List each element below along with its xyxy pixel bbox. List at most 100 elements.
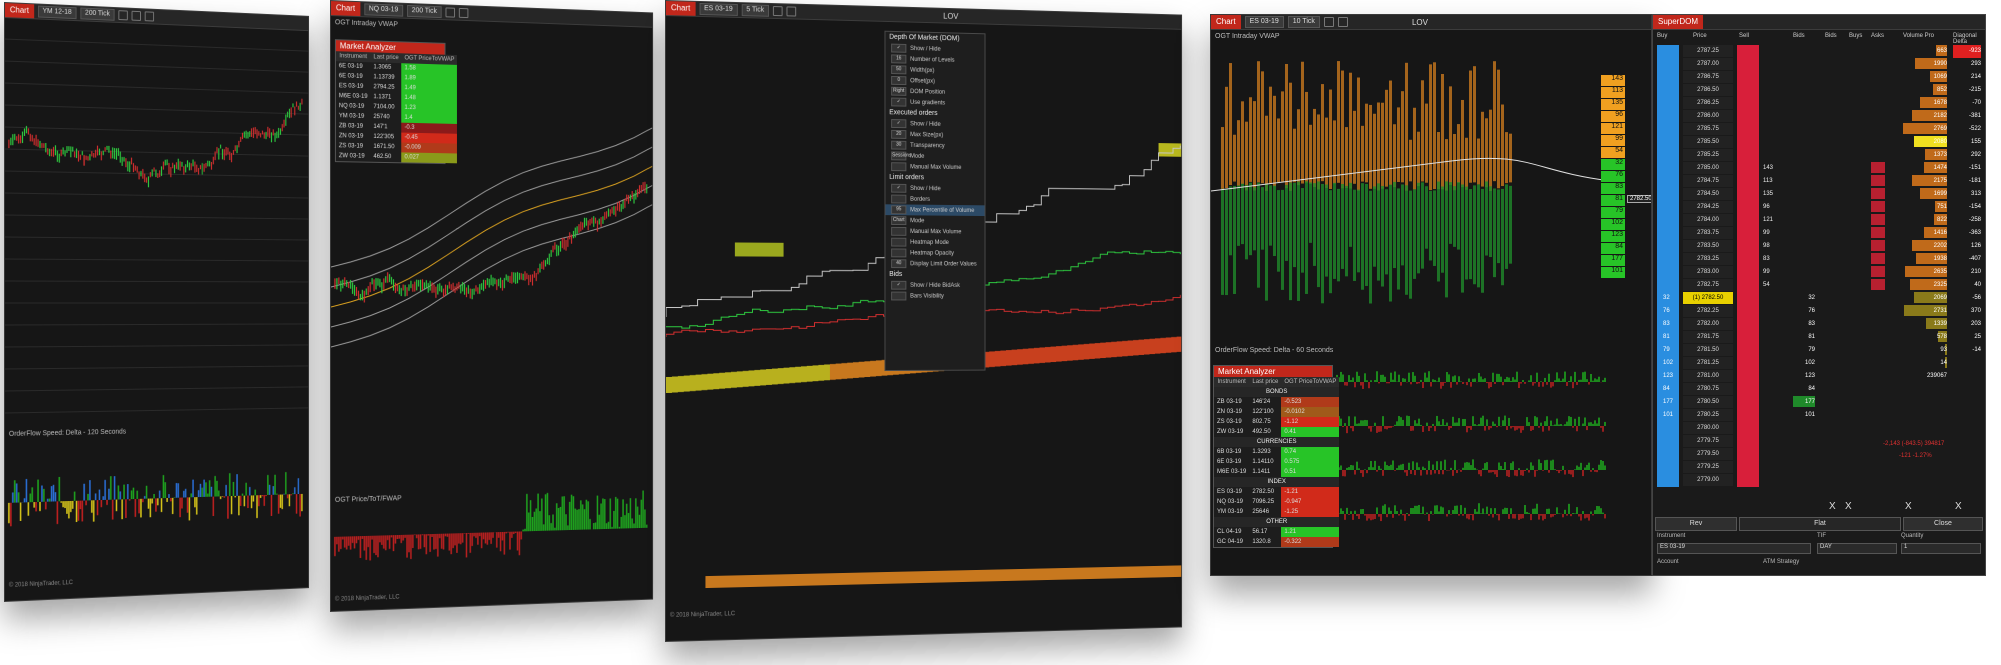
instrument-field[interactable]: ES 03-19 bbox=[1657, 543, 1811, 554]
chart-tab[interactable]: Chart bbox=[4, 3, 34, 19]
analyzer-row[interactable]: NQ 03-19 7096.25 -0.947 bbox=[1214, 497, 1340, 507]
menu-item-value[interactable]: ✓ bbox=[891, 43, 907, 53]
analyzer-row[interactable]: ZW 03-19 492.50 0.41 bbox=[1214, 427, 1340, 437]
price-cell[interactable]: 2787.25 bbox=[1683, 45, 1733, 57]
analyzer-row[interactable]: ZS 03-19 802.75 -1.12 bbox=[1214, 417, 1340, 427]
menu-item-value[interactable] bbox=[891, 226, 907, 236]
menu-item[interactable]: Heatmap Mode bbox=[885, 237, 984, 248]
price-cell[interactable]: 2786.00 bbox=[1683, 110, 1733, 122]
instrument-selector[interactable]: NQ 03-19 bbox=[363, 3, 404, 17]
crosshair-icon[interactable] bbox=[1323, 17, 1334, 27]
superdom-col-header[interactable]: Diagonal Delta bbox=[1953, 33, 1985, 45]
superdom-ladder[interactable]: 2787.25 663 -923 2787.00 1990 293 2786.75 1069 2… bbox=[1653, 45, 1985, 525]
superdom-col-header[interactable]: Buys bbox=[1849, 33, 1862, 39]
price-cell[interactable]: 2780.50 bbox=[1683, 396, 1733, 408]
price-cell[interactable]: 2786.50 bbox=[1683, 84, 1733, 96]
price-cell[interactable]: 2782.75 bbox=[1683, 279, 1733, 291]
price-cell[interactable]: 2783.00 bbox=[1683, 266, 1733, 278]
price-cell[interactable]: 2785.00 bbox=[1683, 162, 1733, 174]
price-cell[interactable]: 2785.25 bbox=[1683, 149, 1733, 161]
close-button[interactable]: Close bbox=[1903, 517, 1983, 531]
menu-item-value[interactable]: 16 bbox=[891, 54, 907, 64]
crosshair-icon[interactable] bbox=[445, 7, 456, 18]
price-cell[interactable]: 2782.00 bbox=[1683, 318, 1733, 330]
crosshair-icon[interactable] bbox=[118, 10, 128, 21]
analyzer-row[interactable]: 6B 03-19 1.3293 0.74 bbox=[1214, 447, 1340, 457]
menu-item-value[interactable]: 95 bbox=[891, 205, 907, 215]
price-cell[interactable]: 2780.75 bbox=[1683, 383, 1733, 395]
price-cell[interactable]: 2781.50 bbox=[1683, 344, 1733, 356]
menu-item-value[interactable] bbox=[891, 248, 907, 258]
menu-item-value[interactable]: ✓ bbox=[891, 183, 907, 193]
zoom-icon[interactable] bbox=[131, 10, 141, 21]
price-cell[interactable]: 2787.00 bbox=[1683, 58, 1733, 70]
superdom-col-header[interactable]: Buy bbox=[1657, 33, 1667, 39]
cancel-orders-button[interactable]: X bbox=[1845, 501, 1852, 512]
price-cell[interactable]: 2783.50 bbox=[1683, 240, 1733, 252]
menu-item-value[interactable] bbox=[891, 237, 907, 247]
price-cell[interactable]: 2783.75 bbox=[1683, 227, 1733, 239]
instrument-selector[interactable]: YM 12-18 bbox=[37, 5, 77, 20]
menu-item-value[interactable]: ✓ bbox=[891, 97, 907, 107]
menu-item[interactable]: Bars Visibility bbox=[885, 291, 984, 302]
menu-item-value[interactable]: Sessions bbox=[891, 151, 911, 161]
chart-tab[interactable]: Chart bbox=[330, 1, 360, 17]
reverse-button[interactable]: Rev bbox=[1655, 517, 1737, 531]
price-cell[interactable]: 2779.75 bbox=[1683, 435, 1733, 447]
menu-item-value[interactable]: 30 bbox=[891, 140, 907, 150]
menu-item[interactable]: Chart Mode bbox=[885, 215, 984, 227]
menu-item-value[interactable]: 20 bbox=[891, 129, 907, 139]
analyzer-row[interactable]: ZW 03-19 462.50 0.027 bbox=[336, 151, 458, 164]
menu-item-value[interactable]: 40 bbox=[891, 259, 907, 269]
analyzer-row[interactable]: GC 04-19 1320.8 -0.322 bbox=[1214, 537, 1340, 547]
superdom-col-header[interactable]: Volume Pro bbox=[1903, 33, 1934, 39]
col-last-price[interactable]: Last price bbox=[1249, 377, 1282, 387]
market-analyzer[interactable]: Market Analyzer Instrument Last price OG… bbox=[1213, 365, 1340, 548]
price-cell[interactable]: 2784.00 bbox=[1683, 214, 1733, 226]
col-price-to-vwap[interactable]: OGT PriceToVWAP bbox=[1281, 377, 1340, 387]
draw-tool-icon[interactable] bbox=[144, 11, 155, 22]
price-cell[interactable]: (1) 2782.50 bbox=[1683, 292, 1733, 304]
analyzer-row[interactable]: YM 03-19 25646 -1.25 bbox=[1214, 507, 1340, 517]
cancel-orders-button[interactable]: X bbox=[1955, 501, 1962, 512]
col-instrument[interactable]: Instrument bbox=[1214, 377, 1250, 387]
menu-item-value[interactable]: Right bbox=[891, 86, 907, 96]
superdom-col-header[interactable]: Bids bbox=[1825, 33, 1837, 39]
price-cell[interactable]: 2785.75 bbox=[1683, 123, 1733, 135]
superdom-col-header[interactable]: Bids bbox=[1793, 33, 1805, 39]
price-cell[interactable]: 2779.25 bbox=[1683, 461, 1733, 473]
price-cell[interactable]: 2781.25 bbox=[1683, 357, 1733, 369]
price-cell[interactable]: 2780.00 bbox=[1683, 422, 1733, 434]
instrument-selector[interactable]: ES 03-19 bbox=[699, 2, 738, 16]
interval-selector[interactable]: 200 Tick bbox=[406, 4, 442, 19]
analyzer-row[interactable]: 6E 03-19 1.14110 0.575 bbox=[1214, 457, 1340, 467]
menu-item-value[interactable]: 0 bbox=[891, 75, 907, 86]
price-cell[interactable]: 2781.00 bbox=[1683, 370, 1733, 382]
lov-settings-menu[interactable]: Depth Of Market (DOM) ✓ Show / Hide 16 Numb… bbox=[884, 30, 986, 372]
cancel-orders-button[interactable]: X bbox=[1829, 501, 1836, 512]
price-cell[interactable]: 2781.75 bbox=[1683, 331, 1733, 343]
flat-button[interactable]: Flat bbox=[1739, 517, 1901, 531]
zoom-icon[interactable] bbox=[1337, 17, 1348, 27]
analyzer-row[interactable]: ES 03-19 2782.50 -1.21 bbox=[1214, 487, 1340, 497]
price-cell[interactable]: 2779.50 bbox=[1683, 448, 1733, 460]
analyzer-row[interactable]: CL 04-19 56.17 1.21 bbox=[1214, 527, 1340, 537]
superdom-col-header[interactable]: Sell bbox=[1739, 33, 1749, 39]
price-cell[interactable]: 2783.25 bbox=[1683, 253, 1733, 265]
price-cell[interactable]: 2784.25 bbox=[1683, 201, 1733, 213]
zoom-icon[interactable] bbox=[458, 7, 469, 19]
menu-item-value[interactable] bbox=[891, 162, 907, 172]
price-cell[interactable]: 2786.75 bbox=[1683, 71, 1733, 83]
crosshair-icon[interactable] bbox=[772, 6, 783, 17]
price-cell[interactable]: 2786.25 bbox=[1683, 97, 1733, 109]
quantity-field[interactable]: 1 bbox=[1901, 543, 1981, 554]
superdom-col-header[interactable]: Asks bbox=[1871, 33, 1884, 39]
price-cell[interactable]: 2784.50 bbox=[1683, 188, 1733, 200]
instrument-selector[interactable]: ES 03-19 bbox=[1244, 16, 1284, 28]
menu-item-value[interactable]: 50 bbox=[891, 65, 907, 75]
menu-item-value[interactable] bbox=[891, 194, 907, 204]
interval-selector[interactable]: 5 Tick bbox=[741, 4, 770, 17]
interval-selector[interactable]: 10 Tick bbox=[1287, 16, 1320, 28]
menu-item[interactable]: ✓ Show / Hide BidAsk bbox=[885, 280, 984, 291]
price-cell[interactable]: 2784.75 bbox=[1683, 175, 1733, 187]
